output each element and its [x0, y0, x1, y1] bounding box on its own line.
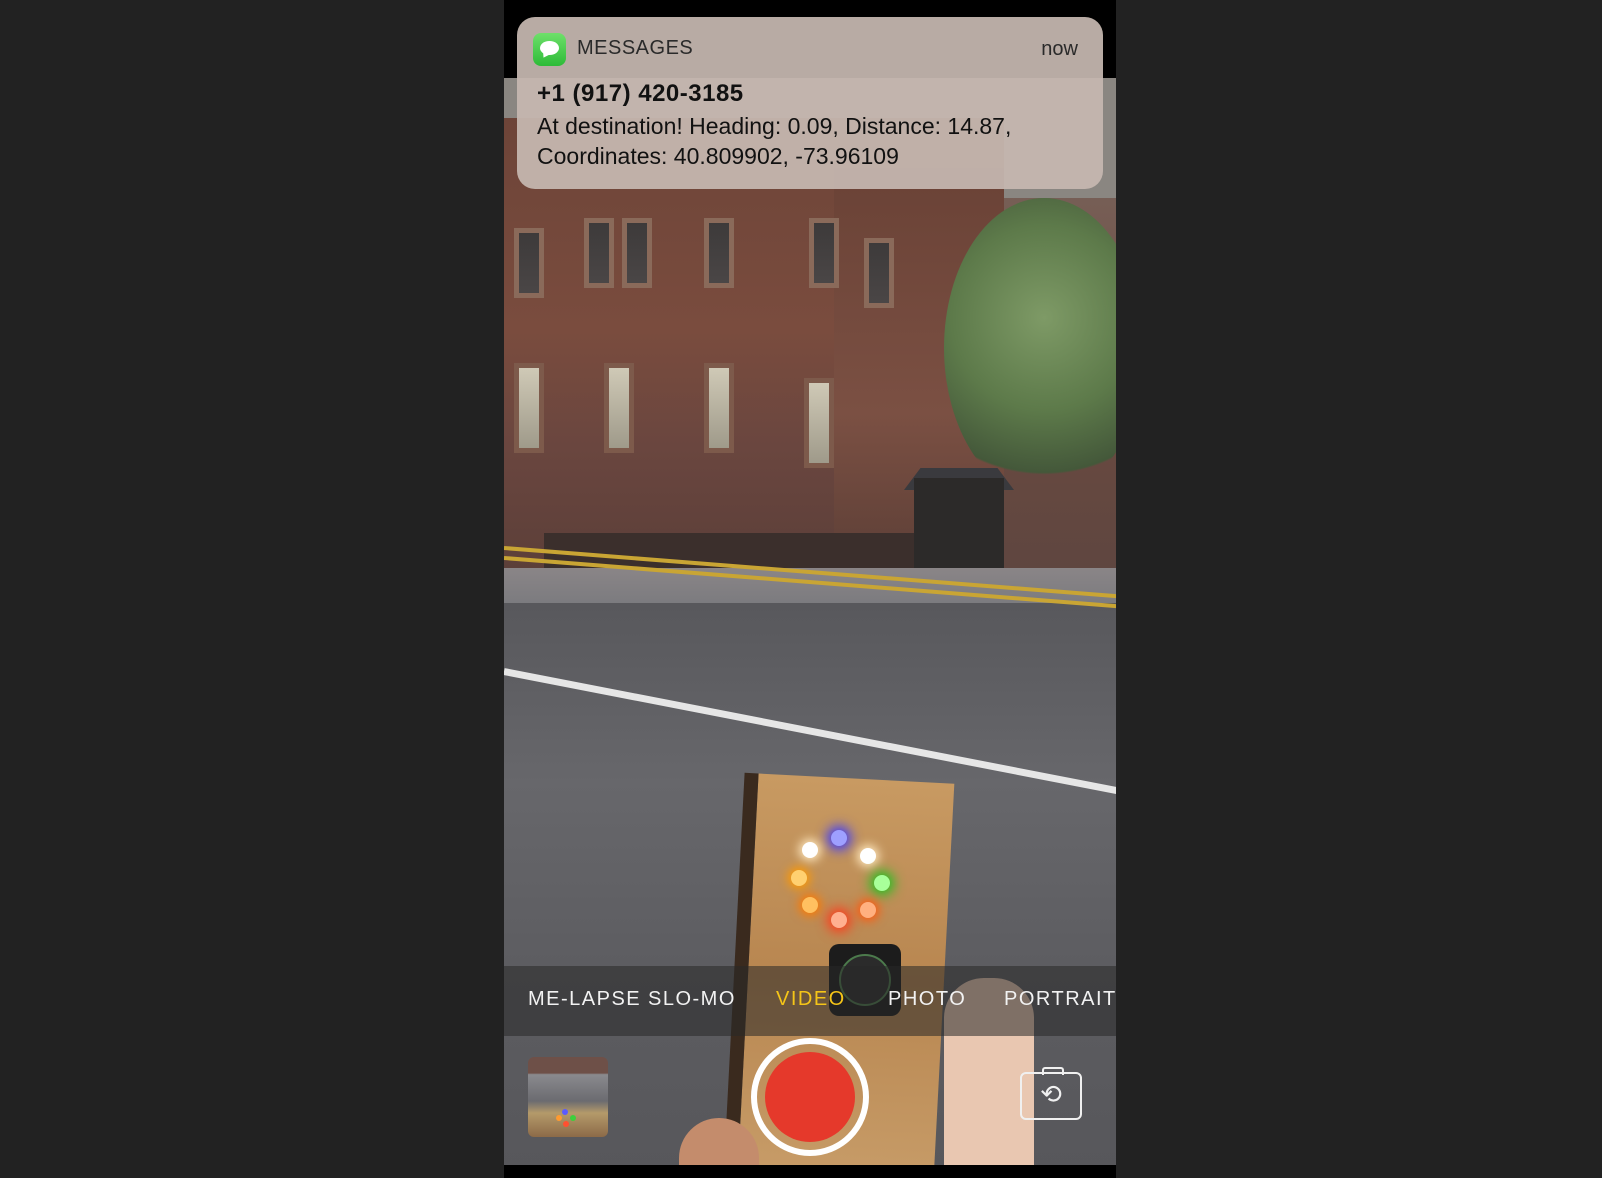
notification-body-line: Coordinates: 40.809902, -73.96109 — [537, 143, 899, 169]
record-icon — [765, 1052, 855, 1142]
scene-led — [831, 912, 847, 928]
scene-window — [622, 218, 652, 288]
camera-flip-icon: ⟲ — [1040, 1080, 1062, 1110]
scene-led — [791, 870, 807, 886]
scene-led — [802, 842, 818, 858]
message-notification[interactable]: MESSAGES now +1 (917) 420-3185 At destin… — [517, 17, 1103, 189]
notification-sender: +1 (917) 420-3185 — [537, 80, 744, 107]
notification-body-line: At destination! Heading: 0.09, Distance:… — [537, 113, 1012, 139]
scene-window — [514, 363, 544, 453]
scene-led — [874, 875, 890, 891]
notification-time: now — [1041, 38, 1078, 60]
scene-window — [604, 363, 634, 453]
scene-window — [809, 218, 839, 288]
record-button[interactable] — [751, 1038, 869, 1156]
scene-led — [860, 848, 876, 864]
scene-led — [860, 902, 876, 918]
last-photo-thumbnail[interactable] — [528, 1057, 608, 1137]
scene-window — [804, 378, 834, 468]
notification-app-name: MESSAGES — [577, 37, 694, 59]
scene-window — [864, 238, 894, 308]
scene-led — [831, 830, 847, 846]
phone-screen: ME-LAPSE SLO-MO VIDEO PHOTO PORTRAIT ⟲ M… — [504, 0, 1116, 1178]
mode-time-lapse[interactable]: ME-LAPSE — [528, 988, 641, 1011]
mode-photo[interactable]: PHOTO — [888, 988, 966, 1011]
scene-window — [514, 228, 544, 298]
mode-slo-mo[interactable]: SLO-MO — [648, 988, 736, 1011]
scene-window — [704, 218, 734, 288]
camera-mode-selector[interactable]: ME-LAPSE SLO-MO VIDEO PHOTO PORTRAIT — [504, 966, 1116, 1036]
scene-led — [802, 897, 818, 913]
messages-app-icon — [533, 33, 566, 66]
camera-flip-button[interactable]: ⟲ — [1020, 1067, 1082, 1120]
scene-window — [704, 363, 734, 453]
scene-window — [584, 218, 614, 288]
notification-body: At destination! Heading: 0.09, Distance:… — [537, 111, 1077, 171]
mode-video[interactable]: VIDEO — [776, 988, 846, 1011]
mode-portrait[interactable]: PORTRAIT — [1004, 988, 1116, 1011]
